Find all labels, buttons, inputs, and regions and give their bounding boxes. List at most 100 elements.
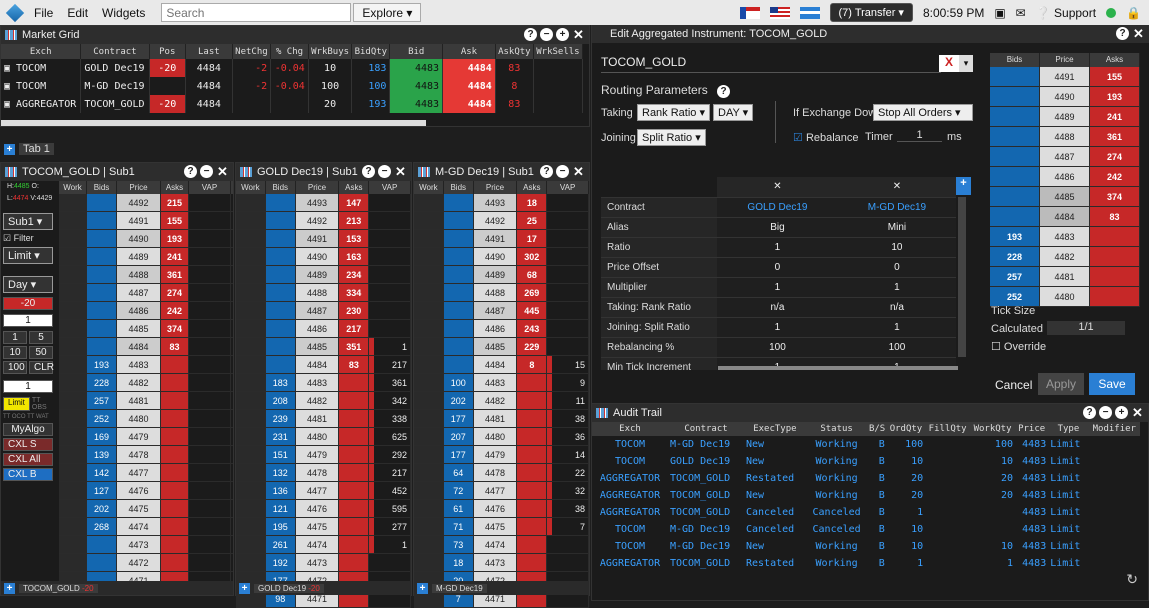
grid-cell[interactable]: 100: [351, 77, 391, 95]
grid-cell[interactable]: 4483: [389, 77, 444, 95]
add-tab-button[interactable]: +: [4, 582, 15, 594]
leg-scrollbar[interactable]: [958, 197, 966, 357]
audit-row[interactable]: TOCOM GOLD Dec19 New Working B 10 10 4483 Limit: [592, 453, 1140, 470]
ladder-cell[interactable]: 7: [547, 518, 590, 535]
ladder-cell[interactable]: 4473: [117, 536, 161, 553]
grid-cell[interactable]: ▣ TOCOM: [1, 59, 82, 77]
mini-ladder-cell[interactable]: 155: [1090, 67, 1140, 86]
ladder-cell[interactable]: [414, 428, 444, 445]
tab-1[interactable]: Tab 1: [19, 143, 54, 155]
grid-cell[interactable]: 4484: [185, 77, 233, 95]
ladder-cell[interactable]: 192: [265, 554, 296, 571]
ladder-cell[interactable]: 4484: [473, 356, 518, 373]
ladder-cell[interactable]: [414, 248, 444, 265]
ladder-cell[interactable]: 183: [265, 374, 296, 391]
grid-cell[interactable]: -0.04: [270, 77, 309, 95]
ladder-cell[interactable]: 11: [547, 392, 590, 409]
leg-cell[interactable]: 1: [717, 277, 838, 298]
ladder-cell[interactable]: 302: [517, 248, 548, 265]
grid-cell[interactable]: 8: [495, 77, 534, 95]
ladder-cell[interactable]: [189, 248, 231, 265]
ladder-cell[interactable]: 163: [339, 248, 370, 265]
ladder-cell[interactable]: [547, 338, 590, 355]
ladder-cell[interactable]: 4481: [473, 410, 518, 427]
ladder-cell[interactable]: 4493: [295, 194, 340, 211]
ladder-cell[interactable]: 230: [339, 302, 370, 319]
ladder-cell[interactable]: 121: [265, 500, 296, 517]
ladder-cell[interactable]: [414, 536, 444, 553]
qty-10-button[interactable]: 10: [3, 346, 27, 359]
ladder-cell[interactable]: [189, 554, 231, 571]
leg-cell[interactable]: 100: [837, 337, 956, 358]
leg-cell[interactable]: n/a: [717, 297, 838, 318]
ladder-cell[interactable]: [414, 410, 444, 427]
ladder-cell[interactable]: 153: [339, 230, 370, 247]
ladder-cell[interactable]: [161, 410, 189, 427]
ladder-cell[interactable]: 151: [265, 446, 296, 463]
audit-col-header[interactable]: Contract: [668, 422, 744, 436]
mini-ladder-cell[interactable]: [990, 207, 1040, 226]
ladder-row[interactable]: 4486 243: [414, 320, 590, 338]
grid-cell[interactable]: 4484: [185, 95, 233, 113]
ladder-cell[interactable]: 4490: [295, 248, 340, 265]
ladder-cell[interactable]: [517, 374, 548, 391]
ladder-row[interactable]: 4493 147: [236, 194, 412, 212]
grid-cell[interactable]: 4484: [442, 59, 496, 77]
exchange-down-select[interactable]: Stop All Orders ▾: [873, 104, 973, 121]
ladder-cell[interactable]: 4476: [295, 500, 340, 517]
ladder-cell[interactable]: 4479: [117, 428, 161, 445]
add-tab-button[interactable]: +: [417, 582, 428, 594]
ladder-cell[interactable]: [414, 518, 444, 535]
timer-input[interactable]: 1: [897, 129, 942, 142]
leg-cell[interactable]: 100: [717, 337, 838, 358]
mail-icon[interactable]: ✉: [1016, 6, 1026, 20]
disclosed-qty-input[interactable]: 1: [3, 380, 53, 393]
ladder-cell[interactable]: 38: [547, 410, 590, 427]
ladder-cell[interactable]: [59, 266, 87, 283]
mini-ladder-cell[interactable]: [990, 127, 1040, 146]
ladder-cell[interactable]: 4488: [117, 266, 161, 283]
help-icon[interactable]: ?: [524, 28, 537, 41]
flag-icon[interactable]: [739, 6, 760, 19]
ladder-cell[interactable]: 4473: [473, 554, 518, 571]
ladder-cell[interactable]: [339, 554, 370, 571]
ladder-cell[interactable]: [189, 374, 231, 391]
add-icon[interactable]: +: [1115, 406, 1128, 419]
ladder-cell[interactable]: [189, 536, 231, 553]
ladder-cell[interactable]: 193: [161, 230, 189, 247]
save-button[interactable]: Save: [1089, 373, 1135, 395]
ladder-cell[interactable]: [59, 482, 87, 499]
grid-cell[interactable]: [149, 77, 187, 95]
clear-button[interactable]: CLR: [29, 361, 54, 374]
ladder-cell[interactable]: [236, 374, 266, 391]
close-icon[interactable]: ✕: [1132, 27, 1145, 40]
mini-ladder-cell[interactable]: 4488: [1040, 127, 1090, 146]
ladder-cell[interactable]: 4473: [295, 554, 340, 571]
audit-row[interactable]: TOCOM M-GD Dec19 Canceled Canceled B 10 4483 Li…: [592, 521, 1140, 538]
grid-cell[interactable]: -20: [149, 59, 187, 77]
ladder-cell[interactable]: 4483: [473, 374, 518, 391]
ladder-row[interactable]: 261 4474 1: [236, 536, 412, 554]
ladder-cell[interactable]: [369, 320, 412, 337]
ladder-cell[interactable]: [161, 482, 189, 499]
grid-cell[interactable]: [533, 95, 584, 113]
ladder-row[interactable]: 4492 213: [236, 212, 412, 230]
ladder-cell[interactable]: 4477: [473, 482, 518, 499]
lock-icon[interactable]: 🔒: [1126, 6, 1141, 20]
ladder-cell[interactable]: 257: [87, 392, 117, 409]
ladder-row[interactable]: 4488 334: [236, 284, 412, 302]
column-header[interactable]: WrkSells: [533, 44, 584, 59]
ladder-row[interactable]: 195 4475 277: [236, 518, 412, 536]
ladder-cell[interactable]: 4476: [473, 500, 518, 517]
ladder-cell[interactable]: [414, 356, 444, 373]
ladder-row[interactable]: 4487 445: [414, 302, 590, 320]
ladder-cell[interactable]: [236, 212, 266, 229]
ladder-cell[interactable]: 595: [369, 500, 412, 517]
ladder-cell[interactable]: [189, 446, 231, 463]
ladder-cell[interactable]: [59, 410, 87, 427]
help-icon[interactable]: ?: [540, 165, 553, 178]
ladder-cell[interactable]: 72: [443, 482, 474, 499]
ladder-title-bar[interactable]: GOLD Dec19 | Sub1 ? − ✕: [236, 163, 411, 181]
mini-ladder-row[interactable]: 4489 241: [990, 107, 1140, 127]
ladder-cell[interactable]: [59, 392, 87, 409]
